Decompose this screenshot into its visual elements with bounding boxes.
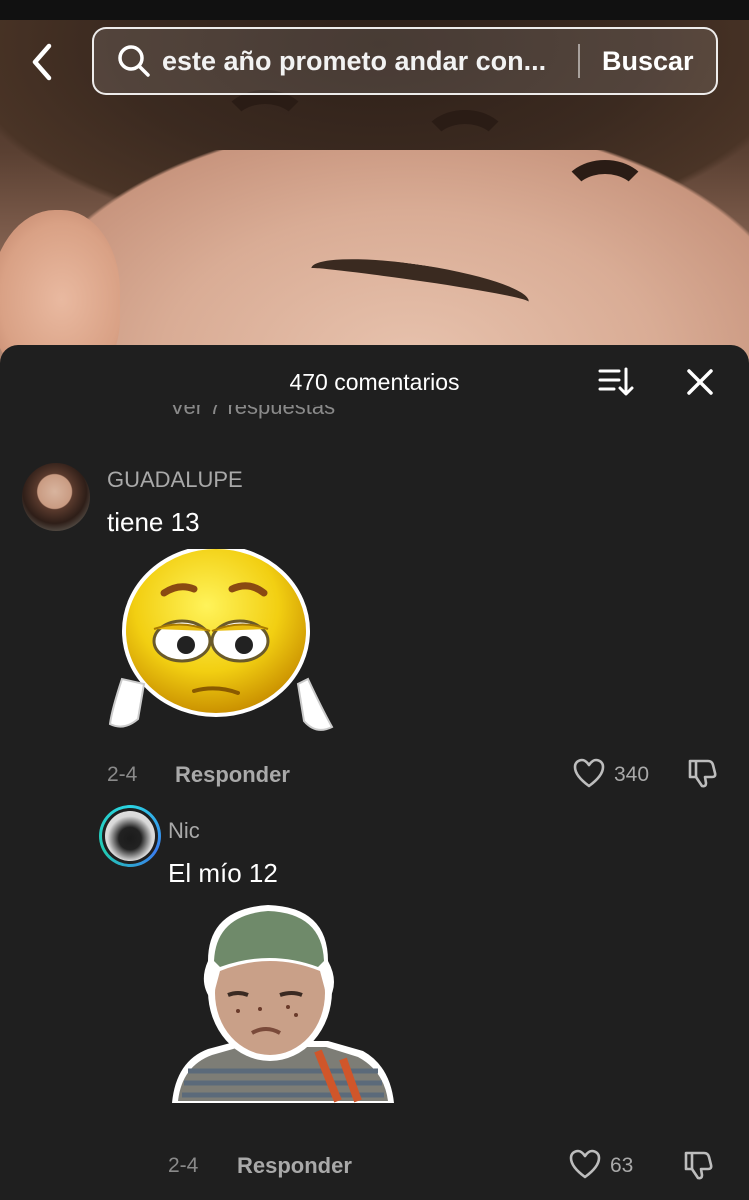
search-button[interactable]: Buscar	[602, 46, 694, 77]
sort-button[interactable]	[597, 365, 635, 399]
search-icon	[116, 43, 152, 79]
avatar[interactable]	[22, 463, 90, 531]
comment-date: 2-4	[168, 1154, 199, 1177]
comment-text: El mío 12	[168, 858, 278, 888]
avatar-image	[105, 811, 155, 861]
dislike-button[interactable]	[686, 755, 720, 789]
like-button[interactable]	[568, 1148, 602, 1180]
search-divider	[578, 44, 580, 78]
dislike-button[interactable]	[682, 1147, 716, 1181]
like-button[interactable]	[572, 757, 606, 789]
search-bar[interactable]: este año prometo andar con... Buscar	[92, 27, 718, 95]
sort-icon	[598, 367, 634, 396]
status-bar-area	[0, 0, 749, 20]
reply-button[interactable]: Responder	[175, 762, 290, 788]
reply-button[interactable]: Responder	[237, 1153, 352, 1179]
chavo-sticker	[168, 901, 398, 1111]
close-button[interactable]	[683, 365, 717, 399]
crying-emoji-sticker	[104, 545, 339, 744]
heart-icon	[569, 1149, 601, 1179]
video-hair-curl	[560, 160, 650, 230]
back-button[interactable]	[22, 40, 62, 84]
avatar[interactable]	[99, 805, 161, 867]
comment-username[interactable]: GUADALUPE	[107, 467, 243, 493]
thumbs-down-icon	[688, 759, 717, 788]
heart-icon	[573, 758, 605, 788]
search-query[interactable]: este año prometo andar con...	[162, 46, 570, 77]
like-count: 340	[614, 763, 650, 786]
comments-count-title: 470 comentarios	[289, 369, 460, 395]
close-icon	[687, 369, 713, 395]
thumbs-down-icon	[684, 1151, 713, 1180]
comment-text: tiene 13	[107, 507, 200, 537]
comment-date: 2-4	[107, 763, 138, 786]
comment-username[interactable]: Nic	[168, 818, 200, 844]
video-hair-curl	[420, 110, 510, 180]
like-count: 63	[610, 1154, 634, 1177]
avatar-inner	[102, 808, 158, 864]
chevron-left-icon	[32, 43, 52, 81]
comments-sheet: 470 comentarios Ver 7 respuestas GUADALU…	[0, 345, 749, 1200]
video-hair-curl	[220, 90, 310, 160]
view-replies-link[interactable]: Ver 7 respuestas	[170, 405, 335, 421]
